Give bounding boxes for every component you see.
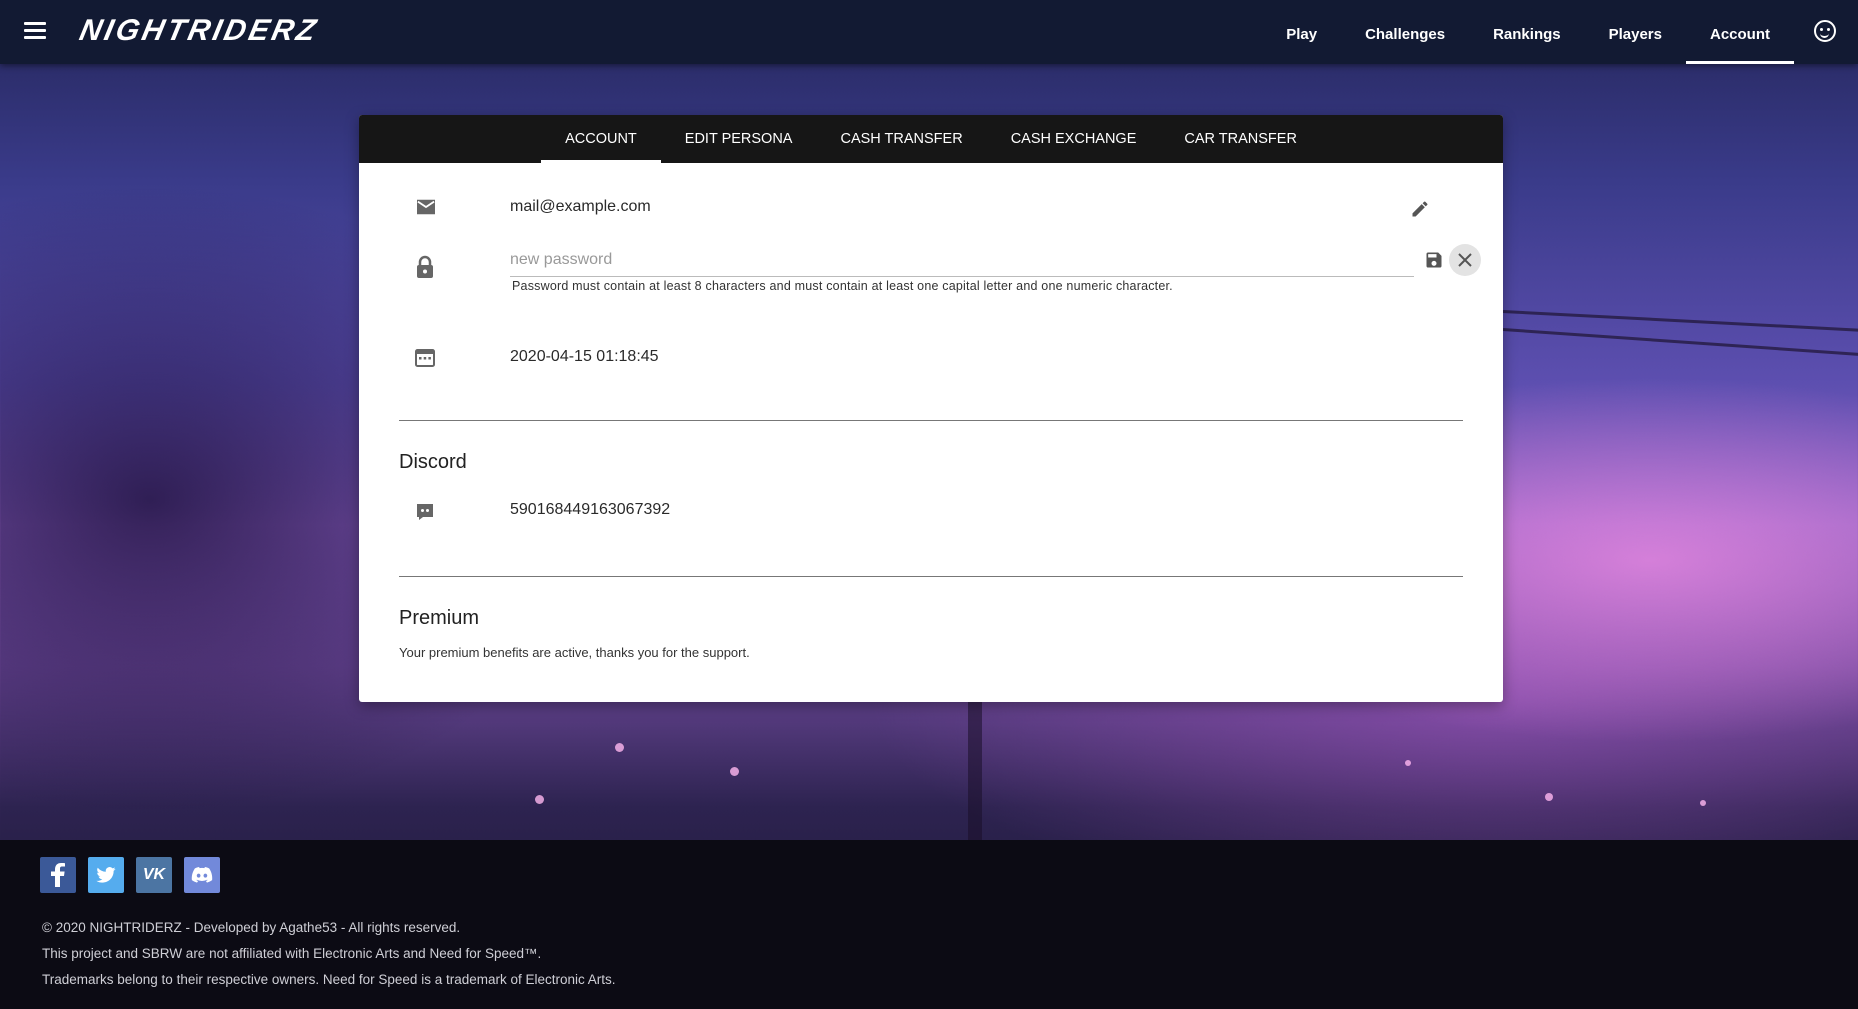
footer-disclaimer: This project and SBRW are not affiliated… <box>42 946 542 961</box>
background-light <box>615 743 624 752</box>
app-logo[interactable]: NIGHTRIDERZ <box>76 14 322 48</box>
main-nav: Play Challenges Rankings Players Account <box>1262 0 1794 64</box>
premium-title: Premium <box>399 607 480 629</box>
account-card: ACCOUNT EDIT PERSONA CASH TRANSFER CASH … <box>359 115 1503 702</box>
nav-item-rankings[interactable]: Rankings <box>1469 0 1585 64</box>
close-icon <box>1458 253 1472 267</box>
cancel-password-button[interactable] <box>1449 244 1481 276</box>
email-value: mail@example.com <box>510 198 651 215</box>
vk-icon[interactable]: VK <box>136 857 172 893</box>
nav-item-account[interactable]: Account <box>1686 0 1794 64</box>
password-hint: Password must contain at least 8 charact… <box>512 279 1173 293</box>
tab-car-transfer[interactable]: CAR TRANSFER <box>1160 115 1321 163</box>
background-wire <box>1502 328 1858 357</box>
background-light <box>1700 800 1706 806</box>
lock-icon <box>415 255 435 284</box>
menu-icon[interactable] <box>24 22 46 40</box>
background-light <box>1405 760 1411 766</box>
profile-icon[interactable] <box>1814 20 1836 42</box>
account-tabs: ACCOUNT EDIT PERSONA CASH TRANSFER CASH … <box>359 115 1503 163</box>
save-password-button[interactable] <box>1418 244 1450 276</box>
divider <box>399 576 1463 577</box>
discord-icon[interactable] <box>184 857 220 893</box>
pencil-icon <box>1412 201 1428 217</box>
facebook-icon[interactable] <box>40 857 76 893</box>
nav-item-play[interactable]: Play <box>1262 0 1341 64</box>
twitter-icon[interactable] <box>88 857 124 893</box>
footer-copyright: © 2020 NIGHTRIDERZ - Developed by Agathe… <box>42 920 461 935</box>
footer: VK © 2020 NIGHTRIDERZ - Developed by Aga… <box>0 840 1858 1009</box>
footer-trademark: Trademarks belong to their respective ow… <box>42 972 616 987</box>
discord-id-value: 590168449163067392 <box>510 501 671 518</box>
background-light <box>535 795 544 804</box>
background-pole <box>968 700 982 840</box>
created-date-row: 2020-04-15 01:18:45 <box>399 345 1463 385</box>
mail-icon <box>415 198 437 221</box>
background-light <box>1545 793 1553 801</box>
top-app-bar: NIGHTRIDERZ Play Challenges Rankings Pla… <box>0 0 1858 64</box>
premium-status-text: Your premium benefits are active, thanks… <box>399 645 750 660</box>
created-date-value: 2020-04-15 01:18:45 <box>510 348 659 365</box>
divider <box>399 420 1463 421</box>
calendar-icon <box>415 347 435 372</box>
background-wire <box>1502 310 1858 332</box>
edit-email-button[interactable] <box>1404 193 1436 225</box>
social-links: VK <box>40 857 220 893</box>
email-row: mail@example.com <box>399 189 1463 229</box>
background-light <box>730 767 739 776</box>
nav-item-players[interactable]: Players <box>1585 0 1686 64</box>
discord-row: 590168449163067392 <box>399 500 1463 540</box>
nav-item-challenges[interactable]: Challenges <box>1341 0 1469 64</box>
tab-account[interactable]: ACCOUNT <box>541 115 661 163</box>
tab-cash-exchange[interactable]: CASH EXCHANGE <box>987 115 1161 163</box>
tab-cash-transfer[interactable]: CASH TRANSFER <box>816 115 986 163</box>
tab-edit-persona[interactable]: EDIT PERSONA <box>661 115 817 163</box>
new-password-input[interactable] <box>510 244 1414 277</box>
password-row: Password must contain at least 8 charact… <box>399 244 1481 328</box>
discord-title: Discord <box>399 451 467 473</box>
save-icon <box>1426 252 1442 268</box>
discord-chat-icon <box>415 502 435 527</box>
